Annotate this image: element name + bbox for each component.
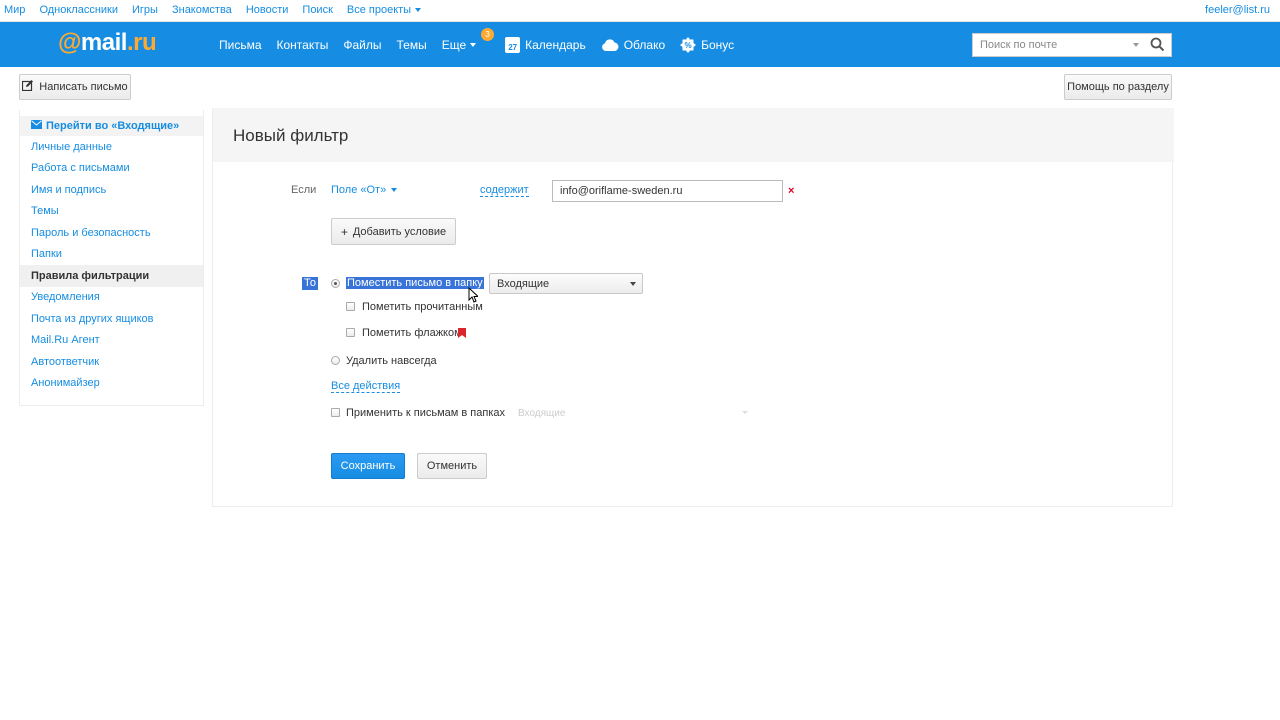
filter-panel-header: Новый фильтр [213,108,1174,162]
mark-flag-checkbox[interactable] [346,328,355,337]
nav-files[interactable]: Файлы [343,38,381,52]
chevron-down-icon [742,411,748,414]
mailru-logo[interactable]: @mail.ru [58,29,157,57]
all-projects-dropdown[interactable]: Все проекты [347,4,421,16]
delete-forever-label[interactable]: Удалить навсегда [346,355,437,367]
portal-link-games[interactable]: Игры [132,4,158,16]
search-icon[interactable] [1150,37,1165,55]
then-label: То [302,277,318,290]
remove-condition-close-icon[interactable]: × [788,185,794,197]
mail-header: @mail.ru Письма Контакты Файлы Темы Еще … [0,22,1280,67]
sidebar-item-agent[interactable]: Mail.Ru Агент [20,330,203,352]
help-button[interactable]: Помощь по разделу [1064,74,1172,100]
bonus-icon: % [680,37,697,53]
add-condition-label: Добавить условие [352,225,447,238]
search-input[interactable] [973,34,1133,56]
portal-link-news[interactable]: Новости [246,4,289,16]
sidebar-goto-inbox[interactable]: Перейти во «Входящие» [20,116,203,136]
nav-contacts[interactable]: Контакты [277,38,329,52]
portal-link-search[interactable]: Поиск [302,4,332,16]
move-to-folder-radio[interactable] [331,279,340,288]
chevron-down-icon [630,282,636,286]
nav-themes[interactable]: Темы [397,38,427,52]
apply-folder-select: Входящие [518,404,750,422]
nav-calendar[interactable]: 27 Календарь [505,37,586,53]
calendar-icon: 27 [505,37,521,53]
target-folder-select[interactable]: Входящие [489,273,643,294]
nav-letters[interactable]: Письма [219,38,262,52]
all-actions-link[interactable]: Все действия [331,380,401,393]
compose-button[interactable]: Написать письмо [19,74,131,100]
sidebar-item-notifications[interactable]: Уведомления [20,287,203,309]
nav-calendar-label: Календарь [525,38,586,52]
mail-search [972,33,1172,57]
nav-cloud-label: Облако [623,38,666,52]
move-to-folder-label[interactable]: Поместить письмо в папку [346,277,484,289]
search-options-chevron-icon[interactable] [1133,43,1139,47]
target-folder-value: Входящие [497,277,550,290]
main-nav: Письма Контакты Файлы Темы Еще 3 27 Кале… [219,28,749,53]
cursor-icon [468,286,480,306]
nav-more-badge: 3 [481,28,495,41]
user-email[interactable]: feeler@list.ru [1205,4,1270,16]
nav-bonus-label: Бонус [701,38,735,52]
svg-text:%: % [685,41,692,50]
sidebar-item-mail-work[interactable]: Работа с письмами [20,158,203,180]
sidebar-item-filters[interactable]: Правила фильтрации [20,265,203,287]
mark-read-checkbox[interactable] [346,302,355,311]
settings-sidebar: Перейти во «Входящие» Личные данные Рабо… [19,110,204,406]
sidebar-item-themes[interactable]: Темы [20,201,203,223]
apply-folder-value: Входящие [518,407,566,419]
cancel-button[interactable]: Отменить [417,453,487,479]
nav-more[interactable]: Еще 3 [441,28,495,52]
sidebar-item-folders[interactable]: Папки [20,244,203,266]
plus-icon: + [340,224,348,239]
sidebar-item-anonymizer[interactable]: Анонимайзер [20,373,203,395]
apply-to-folders-label[interactable]: Применить к письмам в папках [346,407,505,419]
save-button[interactable]: Сохранить [331,453,405,479]
portal-link-mir[interactable]: Мир [4,4,25,16]
add-condition-button[interactable]: + Добавить условие [331,218,456,245]
cloud-icon [601,39,619,51]
sidebar-goto-inbox-label: Перейти во «Входящие» [46,120,180,132]
mark-read-label[interactable]: Пометить прочитанным [362,301,483,313]
portal-link-ok[interactable]: Одноклассники [39,4,118,16]
nav-bonus[interactable]: % Бонус [680,37,734,53]
condition-value-input[interactable]: info@oriflame-sweden.ru [552,180,783,202]
filter-panel: Новый фильтр [212,108,1174,507]
sidebar-item-security[interactable]: Пароль и безопасность [20,222,203,244]
if-label: Если [291,184,317,196]
nav-cloud[interactable]: Облако [601,38,665,52]
portal-topbar: Мир Одноклассники Игры Знакомства Новост… [0,0,1280,22]
delete-forever-radio[interactable] [331,356,340,365]
condition-field-dropdown[interactable]: Поле «От» [331,184,397,196]
envelope-icon [31,120,42,132]
page-title: Новый фильтр [233,126,349,145]
sidebar-item-autoreply[interactable]: Автоответчик [20,351,203,373]
sidebar-item-collector[interactable]: Почта из других ящиков [20,308,203,330]
portal-links: Мир Одноклассники Игры Знакомства Новост… [4,4,421,16]
compose-label: Написать письмо [39,81,128,93]
pencil-icon [22,80,34,94]
portal-link-dating[interactable]: Знакомства [172,4,232,16]
condition-operator-link[interactable]: содержит [480,184,529,197]
nav-more-label: Еще [441,38,467,52]
sidebar-item-personal[interactable]: Личные данные [20,136,203,158]
mark-flag-label[interactable]: Пометить флажком [362,327,462,339]
apply-to-folders-checkbox[interactable] [331,408,340,417]
sidebar-item-signature[interactable]: Имя и подпись [20,179,203,201]
